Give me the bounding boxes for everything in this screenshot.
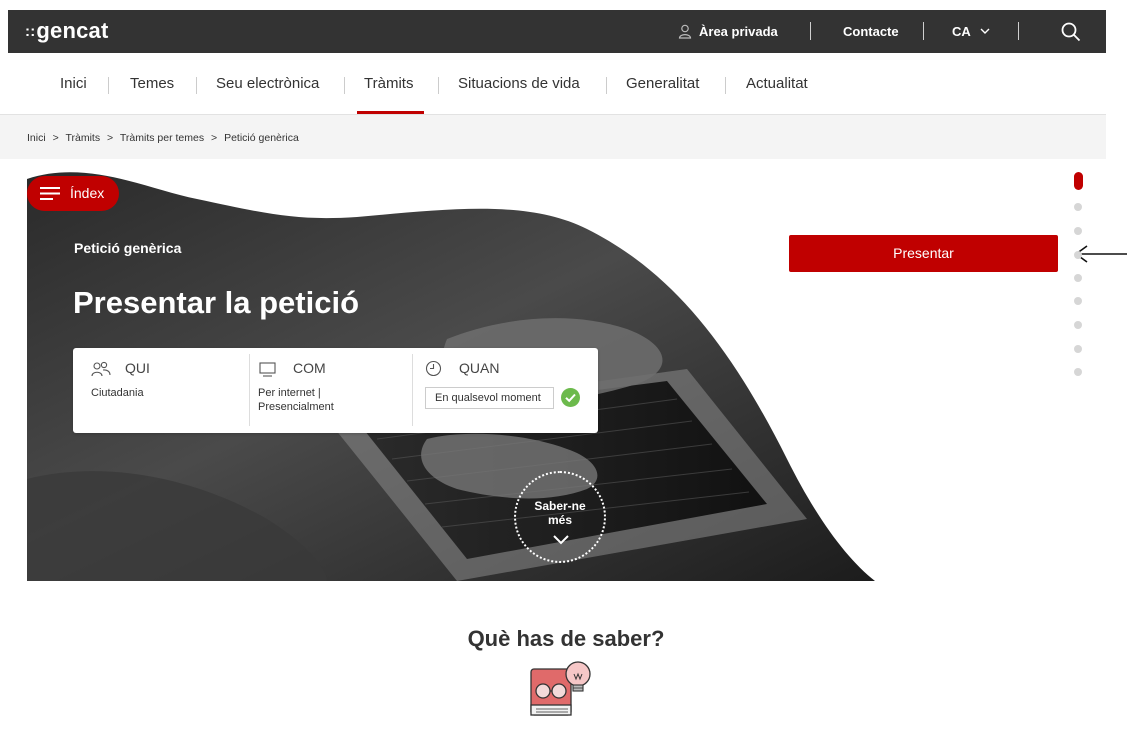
- divider: [1018, 22, 1019, 40]
- quan-value-box: En qualsevol moment: [425, 387, 554, 409]
- nav-item-temes[interactable]: Temes: [130, 75, 174, 92]
- learn-more-label-2: més: [547, 513, 573, 527]
- nav-item-tramits[interactable]: Tràmits: [364, 75, 413, 92]
- breadcrumb-tramits-per-temes[interactable]: Tràmits per temes: [120, 132, 204, 144]
- nav-item-seu-electronica[interactable]: Seu electrònica: [216, 75, 319, 92]
- user-icon: [678, 24, 692, 39]
- com-value-line-1: Per internet |: [258, 387, 321, 399]
- monitor-icon: [259, 362, 276, 377]
- people-icon: [91, 361, 111, 377]
- nav-divider: [438, 77, 439, 94]
- main-nav: Inici Temes Seu electrònica Tràmits Situ…: [0, 53, 1106, 115]
- book-lightbulb-icon: [530, 661, 591, 716]
- section-pager-dot[interactable]: [1074, 297, 1082, 305]
- language-label: CA: [952, 24, 971, 39]
- index-label: Índex: [70, 185, 105, 201]
- private-area-link[interactable]: Àrea privada: [699, 24, 778, 39]
- clock-icon: [425, 360, 442, 377]
- nav-divider: [606, 77, 607, 94]
- breadcrumb-tramits[interactable]: Tràmits: [65, 132, 100, 144]
- section-title: Què has de saber?: [467, 626, 665, 651]
- chevron-down-icon: [980, 28, 990, 34]
- top-bar: ::gencat Àrea privada Contacte CA: [8, 10, 1106, 53]
- nav-divider: [108, 77, 109, 94]
- section-pager-dot[interactable]: [1074, 203, 1082, 211]
- page-title: Presentar la petició: [73, 285, 360, 320]
- section-pager-dot[interactable]: [1074, 368, 1082, 376]
- com-label: COM: [293, 360, 326, 376]
- com-column: COM Per internet | Presencialment: [249, 348, 412, 433]
- quan-label: QUAN: [459, 360, 500, 376]
- breadcrumb-separator: >: [52, 132, 59, 144]
- section-pager-dot[interactable]: [1074, 227, 1082, 235]
- qui-label: QUI: [125, 360, 150, 376]
- nav-item-situacions-de-vida[interactable]: Situacions de vida: [458, 75, 580, 92]
- breadcrumb-inici[interactable]: Inici: [27, 132, 46, 144]
- section-pager-active[interactable]: [1074, 172, 1083, 190]
- section-pager-dot[interactable]: [1074, 274, 1082, 282]
- qui-value: Ciutadania: [91, 387, 144, 399]
- nav-divider: [725, 77, 726, 94]
- qui-column: QUI Ciutadania: [73, 348, 249, 433]
- breadcrumb-separator: >: [107, 132, 114, 144]
- chevron-down-icon: [553, 535, 569, 545]
- logo-mark: ::: [25, 23, 36, 40]
- section-pager-dot[interactable]: [1074, 345, 1082, 353]
- nav-item-inici[interactable]: Inici: [60, 75, 87, 92]
- breadcrumb-bar: Inici > Tràmits > Tràmits per temes > Pe…: [0, 115, 1106, 159]
- procedure-name: Petició genèrica: [74, 240, 182, 256]
- present-button[interactable]: Presentar: [789, 235, 1058, 272]
- search-icon[interactable]: [1060, 21, 1082, 43]
- nav-item-generalitat[interactable]: Generalitat: [626, 75, 699, 92]
- check-icon: [561, 388, 580, 407]
- gencat-logo[interactable]: ::gencat: [25, 18, 109, 44]
- nav-item-actualitat[interactable]: Actualitat: [746, 75, 808, 92]
- learn-more-label-1: Saber-ne: [534, 499, 586, 513]
- nav-divider: [344, 77, 345, 94]
- divider: [923, 22, 924, 40]
- divider: [810, 22, 811, 40]
- index-button[interactable]: Índex: [27, 176, 119, 211]
- logo-text: gencat: [36, 18, 109, 43]
- com-value-line-2: Presencialment: [258, 401, 334, 413]
- breadcrumb-separator: >: [211, 132, 218, 144]
- breadcrumb: Inici > Tràmits > Tràmits per temes > Pe…: [27, 132, 303, 144]
- nav-active-indicator: [357, 111, 424, 114]
- breadcrumb-current: Petició genèrica: [224, 132, 299, 144]
- section-pager-dot[interactable]: [1074, 251, 1082, 259]
- learn-more-button[interactable]: Saber-ne més: [514, 471, 606, 563]
- info-card: QUI Ciutadania COM Per internet | Presen…: [73, 348, 598, 433]
- contact-link[interactable]: Contacte: [843, 24, 899, 39]
- menu-icon: [40, 187, 60, 200]
- language-selector[interactable]: CA: [952, 24, 990, 39]
- section-pager-dot[interactable]: [1074, 321, 1082, 329]
- nav-divider: [196, 77, 197, 94]
